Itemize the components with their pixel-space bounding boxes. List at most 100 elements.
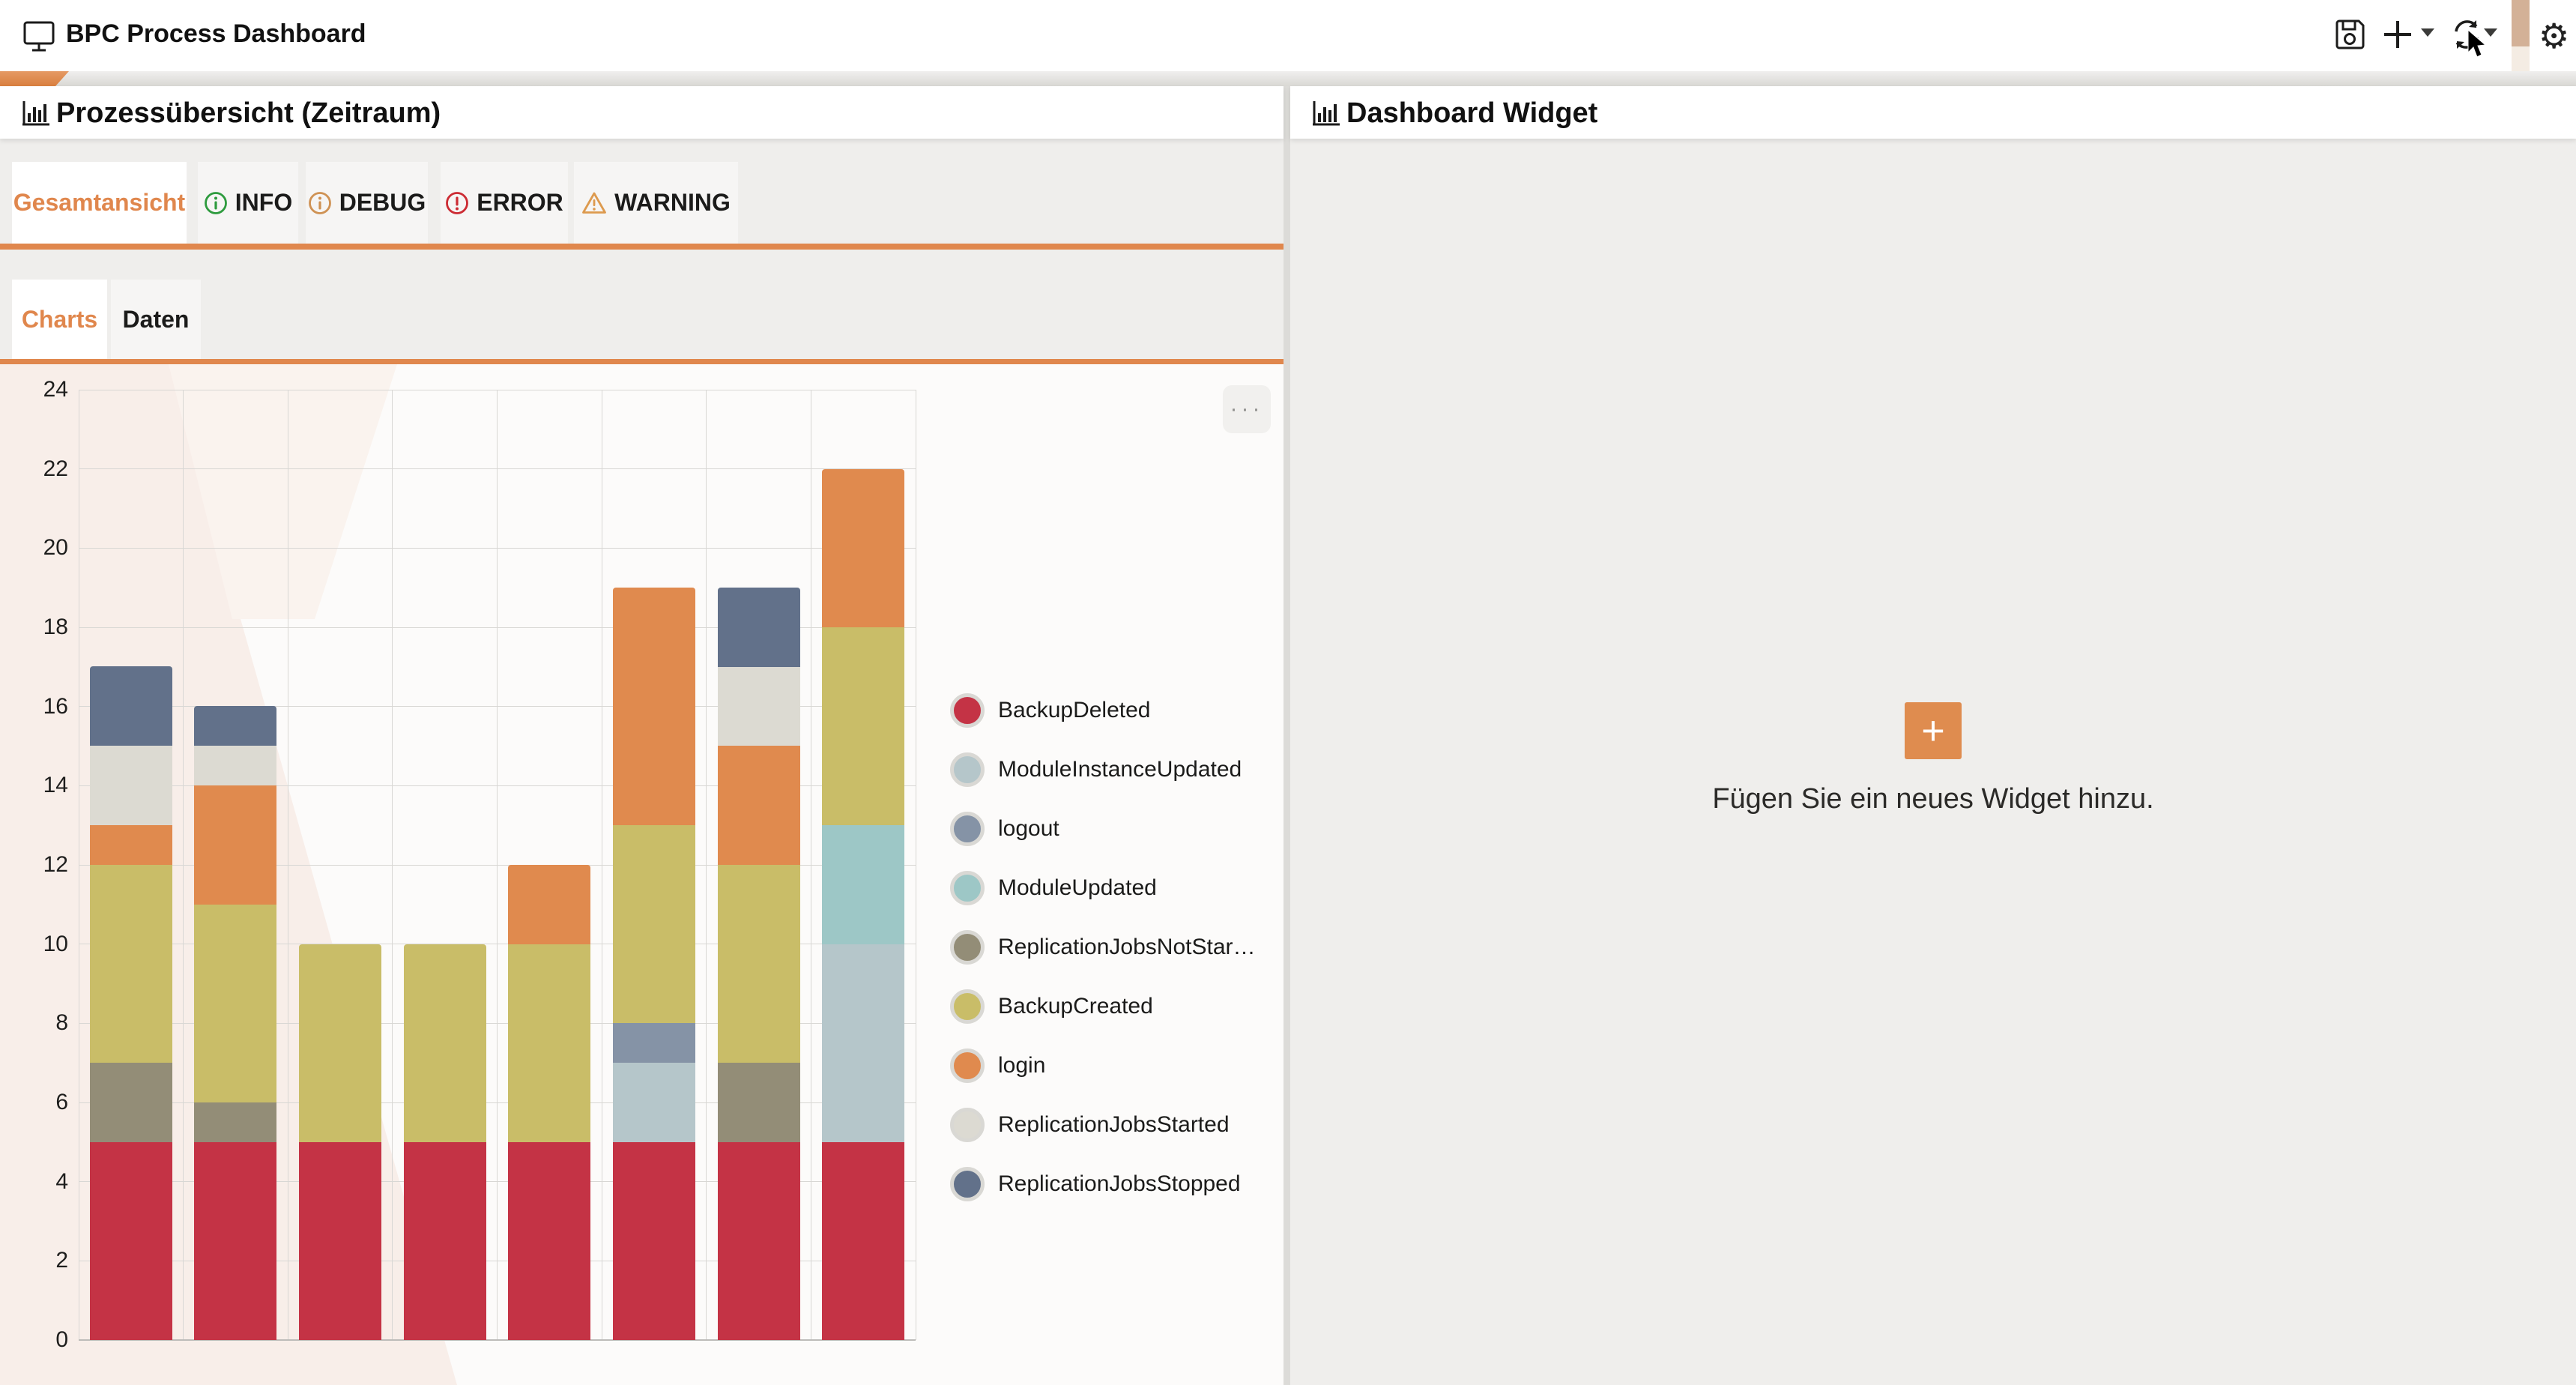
bar-segment-ReplicationJobsStarted-30.11.[interactable] — [718, 666, 800, 746]
gridline-x — [706, 390, 707, 1340]
legend-swatch — [950, 930, 985, 965]
bar-segment-login-29.11.[interactable] — [613, 588, 695, 825]
bar-segment-BackupDeleted-28.11.[interactable] — [508, 1142, 590, 1340]
y-tick-label: 6 — [16, 1090, 68, 1115]
bar-chart-icon — [1311, 100, 1341, 128]
tab-charts[interactable]: Charts — [12, 280, 107, 359]
bar-segment-BackupCreated-30.11.[interactable] — [718, 865, 800, 1063]
bar-segment-login-01. Dez.[interactable] — [822, 469, 904, 627]
legend-label: ReplicationJobsStarted — [998, 1112, 1230, 1138]
tab-warning[interactable]: WARNING — [574, 162, 738, 244]
chart-options-button[interactable]: ··· — [1223, 385, 1271, 433]
bar-segment-BackupCreated-01. Dez.[interactable] — [822, 627, 904, 825]
bar-segment-ModuleInstanceUpdated-01. Dez.[interactable] — [822, 944, 904, 1142]
gridline-x — [392, 390, 393, 1340]
legend-label: login — [998, 1053, 1045, 1078]
right-panel-title: Dashboard Widget — [1346, 97, 1597, 130]
bar-segment-ReplicationJobsStarted-25.11.[interactable] — [194, 746, 276, 785]
dashboard-widget-panel: Dashboard Widget + Fügen Sie ein neues W… — [1290, 86, 2576, 1385]
error-circle-icon — [445, 191, 469, 215]
tab-error[interactable]: ERROR — [441, 162, 568, 244]
bar-segment-ModuleUpdated-01. Dez.[interactable] — [822, 825, 904, 944]
bar-segment-ModuleInstanceUpdated-29.11.[interactable] — [613, 1063, 695, 1142]
stacked-bar-chart: 02468101214161820222424.11.25.11.26.11.2… — [0, 364, 1284, 1385]
bar-segment-BackupDeleted-30.11.[interactable] — [718, 1142, 800, 1340]
legend-item-logout[interactable]: logout — [950, 799, 1256, 858]
tab-info[interactable]: INFO — [198, 162, 298, 244]
y-tick-label: 14 — [16, 773, 68, 798]
bar-segment-BackupDeleted-01. Dez.[interactable] — [822, 1142, 904, 1340]
y-tick-label: 0 — [16, 1327, 68, 1353]
legend-label: ReplicationJobsNotStar… — [998, 935, 1256, 960]
chart-legend: BackupDeleted ModuleInstanceUpdated logout… — [950, 681, 1256, 1213]
add-dropdown-caret-icon[interactable] — [2419, 27, 2437, 39]
legend-swatch — [950, 1108, 985, 1142]
bar-segment-logout-29.11.[interactable] — [613, 1023, 695, 1063]
bar-segment-BackupCreated-26.11.[interactable] — [299, 944, 381, 1142]
bar-segment-login-25.11.[interactable] — [194, 785, 276, 905]
legend-item-ReplicationJobsStopped[interactable]: ReplicationJobsStopped — [950, 1154, 1256, 1213]
bar-segment-ReplicationJobsStopped-24.11.[interactable] — [90, 666, 172, 746]
bar-segment-BackupCreated-28.11.[interactable] — [508, 944, 590, 1142]
y-tick-label: 4 — [16, 1169, 68, 1195]
right-panel-header: Dashboard Widget — [1290, 86, 2576, 139]
tab-label: Daten — [123, 306, 190, 334]
log-level-tab-row: Gesamtansicht INFO DEBUG — [0, 139, 1284, 267]
bar-segment-ReplicationJobsNotStar…-30.11.[interactable] — [718, 1063, 800, 1142]
warning-triangle-icon — [581, 191, 607, 215]
status-indicator-bar-lower — [2512, 46, 2530, 71]
active-tab-underline — [0, 244, 1284, 250]
bar-segment-ReplicationJobsNotStar…-24.11.[interactable] — [90, 1063, 172, 1142]
save-icon[interactable] — [2332, 16, 2368, 52]
right-panel-body: + Fügen Sie ein neues Widget hinzu. — [1290, 139, 2576, 1385]
bar-segment-login-30.11.[interactable] — [718, 746, 800, 865]
legend-swatch — [950, 693, 985, 728]
page: BPC Process Dashboard ⚙ — [0, 0, 2576, 1385]
legend-label: logout — [998, 816, 1059, 842]
bar-segment-ReplicationJobsNotStar…-25.11.[interactable] — [194, 1102, 276, 1142]
mouse-cursor — [2467, 30, 2492, 60]
bar-chart-icon — [21, 100, 51, 128]
status-indicator-bar — [2512, 0, 2530, 46]
legend-item-ReplicationJobsNotStar…[interactable]: ReplicationJobsNotStar… — [950, 917, 1256, 977]
chart-plot-area: 02468101214161820222424.11.25.11.26.11.2… — [79, 390, 916, 1340]
tab-gesamtansicht[interactable]: Gesamtansicht — [12, 162, 187, 244]
bar-segment-BackupDeleted-27.11.[interactable] — [404, 1142, 486, 1340]
legend-item-BackupDeleted[interactable]: BackupDeleted — [950, 681, 1256, 740]
active-subtab-underline — [0, 359, 1284, 364]
panel-divider — [1284, 86, 1290, 1385]
tab-label: ERROR — [477, 189, 563, 217]
bar-segment-ReplicationJobsStopped-25.11.[interactable] — [194, 706, 276, 746]
bar-segment-ReplicationJobsStarted-24.11.[interactable] — [90, 746, 172, 825]
bar-segment-BackupCreated-24.11.[interactable] — [90, 865, 172, 1063]
bar-segment-BackupCreated-27.11.[interactable] — [404, 944, 486, 1142]
bar-segment-BackupDeleted-29.11.[interactable] — [613, 1142, 695, 1340]
settings-gear-icon[interactable]: ⚙ — [2539, 18, 2569, 54]
y-tick-label: 8 — [16, 1010, 68, 1036]
info-circle-icon — [204, 191, 228, 215]
bar-segment-BackupDeleted-26.11.[interactable] — [299, 1142, 381, 1340]
bar-segment-login-24.11.[interactable] — [90, 825, 172, 865]
legend-item-ModuleInstanceUpdated[interactable]: ModuleInstanceUpdated — [950, 740, 1256, 799]
tab-label: WARNING — [614, 189, 731, 217]
bar-segment-login-28.11.[interactable] — [508, 865, 590, 944]
tab-label: Charts — [22, 306, 97, 334]
legend-item-BackupCreated[interactable]: BackupCreated — [950, 977, 1256, 1036]
tab-debug[interactable]: DEBUG — [306, 162, 428, 244]
bar-segment-ReplicationJobsStopped-30.11.[interactable] — [718, 588, 800, 667]
legend-item-ModuleUpdated[interactable]: ModuleUpdated — [950, 858, 1256, 917]
bar-segment-BackupCreated-25.11.[interactable] — [194, 905, 276, 1102]
legend-label: ModuleInstanceUpdated — [998, 757, 1242, 782]
bar-segment-BackupDeleted-25.11.[interactable] — [194, 1142, 276, 1340]
x-tick-label: 28.11. — [482, 1379, 569, 1385]
legend-item-ReplicationJobsStarted[interactable]: ReplicationJobsStarted — [950, 1095, 1256, 1154]
legend-item-login[interactable]: login — [950, 1036, 1256, 1095]
bar-segment-BackupDeleted-24.11.[interactable] — [90, 1142, 172, 1340]
x-tick-label: 29.11. — [587, 1379, 674, 1385]
add-icon[interactable] — [2380, 16, 2416, 52]
tab-daten[interactable]: Daten — [111, 280, 201, 359]
add-widget-button[interactable]: + — [1905, 702, 1962, 759]
legend-swatch — [950, 752, 985, 787]
y-tick-label: 10 — [16, 932, 68, 957]
bar-segment-BackupCreated-29.11.[interactable] — [613, 825, 695, 1023]
